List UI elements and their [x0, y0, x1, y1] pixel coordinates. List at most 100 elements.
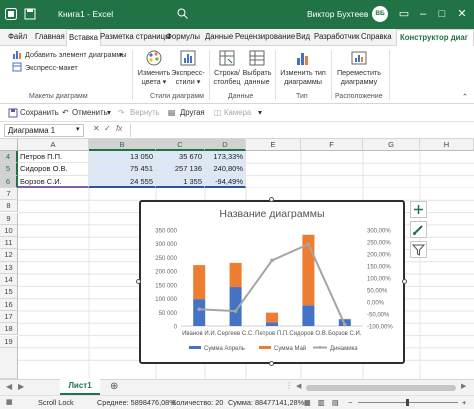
y2-tick-label[interactable]: 150,00%: [367, 265, 391, 271]
legend-marker-dynamics[interactable]: [318, 346, 322, 349]
bar-april[interactable]: [193, 299, 206, 326]
more-icon[interactable]: ⋮: [285, 381, 293, 390]
chart[interactable]: Название диаграммы 0 50 000 100 000 150 000…: [139, 200, 405, 364]
y2-tick-label[interactable]: 200,00%: [367, 253, 391, 259]
tab-home[interactable]: Главная: [35, 32, 65, 41]
row-header[interactable]: 7: [0, 187, 18, 201]
column-header[interactable]: C: [156, 139, 205, 151]
row-header[interactable]: [0, 347, 18, 379]
express-styles-button[interactable]: Экспресс-стили ▾: [171, 49, 205, 86]
search-icon[interactable]: [177, 8, 188, 19]
average-status[interactable]: Среднее: 5898476,08%: [97, 398, 176, 407]
bar-may[interactable]: [266, 312, 278, 323]
count-status[interactable]: Количество: 20: [172, 398, 223, 407]
resize-handle[interactable]: [269, 197, 274, 202]
redo-button[interactable]: Вернуть: [130, 108, 160, 117]
row-header[interactable]: 13: [0, 261, 18, 274]
column-header[interactable]: A: [18, 139, 89, 151]
name-box[interactable]: Диаграмма 1: [4, 124, 84, 137]
prev-sheet-icon[interactable]: ◀: [6, 382, 12, 391]
resize-handle[interactable]: [269, 361, 274, 366]
row-header[interactable]: 15: [0, 286, 18, 299]
column-header[interactable]: D: [205, 139, 246, 151]
chart-elements-button[interactable]: [410, 201, 427, 218]
tab-developer[interactable]: Разработчик: [314, 32, 359, 41]
bar-april[interactable]: [302, 305, 315, 326]
minimize-icon[interactable]: –: [414, 6, 432, 22]
cell-may[interactable]: 257 136: [156, 163, 205, 176]
add-sheet-icon[interactable]: ⊕: [110, 381, 118, 392]
camera-icon[interactable]: ◫: [214, 108, 221, 117]
tab-help[interactable]: Справка: [361, 32, 392, 41]
x-tick-label[interactable]: Иванов И.И.: [182, 331, 217, 337]
line-dynamics-marker[interactable]: [343, 322, 347, 327]
cell-name[interactable]: Борзов С.И.: [18, 175, 89, 188]
row-header[interactable]: 16: [0, 298, 18, 311]
row-header[interactable]: 8: [0, 200, 18, 213]
normal-view-icon[interactable]: ▦: [304, 398, 311, 407]
x-tick-label[interactable]: Петров П.П.: [255, 331, 289, 337]
row-header[interactable]: 11: [0, 237, 18, 250]
legend-label-dynamics[interactable]: Динамика: [330, 346, 358, 352]
y-tick-label[interactable]: 0: [174, 325, 178, 331]
x-tick-label[interactable]: Сергеев С.С.: [217, 331, 254, 337]
fx-icon[interactable]: fx: [116, 124, 122, 133]
row-header[interactable]: 19: [0, 335, 18, 348]
close-icon[interactable]: ✕: [453, 6, 471, 22]
scroll-right-icon[interactable]: ▶: [461, 382, 466, 390]
tab-chart-design[interactable]: Конструктор диаг: [396, 29, 474, 46]
resize-handle[interactable]: [136, 279, 141, 284]
autosave-icon[interactable]: [5, 8, 17, 20]
collapse-ribbon-icon[interactable]: ⌃: [462, 92, 468, 101]
maximize-icon[interactable]: □: [433, 6, 451, 22]
tab-data[interactable]: Данные: [205, 32, 233, 41]
enter-icon[interactable]: ✓: [104, 124, 111, 133]
chart-filters-button[interactable]: [410, 241, 427, 258]
column-header[interactable]: G: [363, 139, 420, 151]
y-tick-label[interactable]: 150 000: [155, 283, 177, 289]
column-header[interactable]: E: [246, 139, 301, 151]
row-header[interactable]: 9: [0, 212, 18, 225]
column-header[interactable]: F: [301, 139, 363, 151]
row-header[interactable]: 18: [0, 323, 18, 336]
page-break-icon[interactable]: ▤: [332, 398, 339, 407]
x-tick-label[interactable]: Борзов С.И.: [328, 331, 362, 337]
bar-may[interactable]: [193, 265, 206, 300]
zoom-out-icon[interactable]: −: [348, 398, 352, 407]
select-all-button[interactable]: [0, 139, 18, 151]
y-tick-label[interactable]: 350 000: [155, 229, 177, 235]
y2-tick-label[interactable]: 0,00%: [367, 301, 385, 307]
tab-page-layout[interactable]: Разметка страницы: [100, 32, 171, 41]
row-header[interactable]: 5: [0, 163, 18, 176]
row-header[interactable]: 12: [0, 249, 18, 262]
zoom-in-icon[interactable]: +: [462, 398, 466, 407]
y2-tick-label[interactable]: -50,00%: [367, 313, 390, 319]
select-data-button[interactable]: Выбрать данные: [242, 49, 272, 86]
y2-tick-label[interactable]: 250,00%: [367, 241, 391, 247]
y2-tick-label[interactable]: -100,00%: [367, 325, 393, 331]
chart-styles-button[interactable]: [410, 221, 427, 238]
customize-qat-icon[interactable]: ▾: [258, 108, 262, 117]
chevron-down-icon[interactable]: ▾: [76, 125, 80, 133]
zoom-slider-thumb[interactable]: [406, 399, 409, 406]
legend-label-may[interactable]: Сумма Май: [274, 345, 306, 352]
scroll-lock-status[interactable]: Scroll Lock: [38, 398, 74, 407]
horizontal-scrollbar[interactable]: [306, 385, 456, 391]
avatar[interactable]: ВБ: [372, 6, 388, 22]
row-header[interactable]: 6: [0, 175, 18, 188]
row-header[interactable]: 14: [0, 274, 18, 287]
chevron-down-icon[interactable]: ▾: [119, 50, 123, 59]
formula-input[interactable]: [130, 124, 470, 137]
user-name[interactable]: Виктор Бухтеев: [307, 9, 368, 19]
redo-icon[interactable]: ↷: [118, 108, 125, 117]
add-chart-element-button[interactable]: Добавить элемент диаграммы: [25, 50, 127, 59]
switch-row-column-button[interactable]: Строка/столбец: [212, 49, 242, 86]
cancel-icon[interactable]: ✕: [93, 124, 100, 133]
resize-handle[interactable]: [402, 279, 407, 284]
cell-april[interactable]: 24 555: [89, 175, 156, 188]
y2-tick-label[interactable]: 50,00%: [367, 289, 388, 295]
column-header[interactable]: H: [420, 139, 474, 151]
tab-file[interactable]: Файл: [8, 32, 27, 41]
next-sheet-icon[interactable]: ▶: [18, 382, 24, 391]
sum-status[interactable]: Сумма: 88477141,28%: [228, 398, 304, 407]
